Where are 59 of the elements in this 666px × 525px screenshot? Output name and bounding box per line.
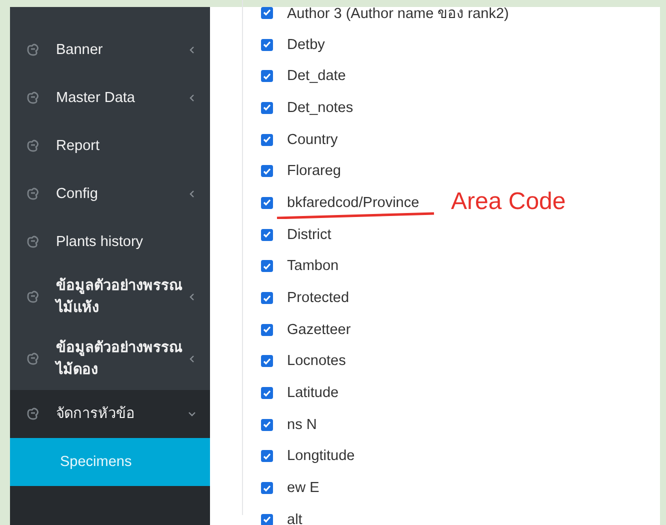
field-label: ns N (287, 416, 317, 433)
field-label: alt (287, 512, 302, 525)
flower-icon (26, 352, 40, 366)
flower-icon (26, 43, 40, 57)
flower-icon (26, 91, 40, 105)
sidebar-item[interactable]: Report (10, 122, 210, 170)
sidebar-item[interactable]: ข้อมูลตัวอย่างพรรณไม้ดอง (10, 328, 210, 390)
annotation-text: Area Code (451, 188, 566, 216)
field-label: ew E (287, 480, 320, 496)
sidebar-item[interactable]: Config (10, 170, 210, 218)
checkbox[interactable] (261, 355, 273, 368)
field-label: bkfaredcod/Province (287, 194, 420, 211)
field-label: Gazetteer (287, 322, 351, 338)
flower-icon (26, 407, 40, 421)
sidebar-item[interactable]: ข้อมูลตัวอย่างพรรณไม้แห้ง (10, 266, 210, 328)
checkbox[interactable] (261, 70, 273, 82)
field-label: Protected (287, 290, 350, 306)
checkbox[interactable] (261, 134, 273, 146)
checkbox[interactable] (261, 38, 273, 51)
checkbox[interactable] (261, 387, 273, 400)
checkbox[interactable] (261, 196, 273, 209)
field-label: Author 3 (Author name ของ rank2) (287, 5, 509, 24)
sidebar-item[interactable]: จัดการหัวข้อ (10, 390, 210, 438)
field-label: Country (287, 132, 338, 148)
sidebar-item-label: Report (56, 137, 100, 156)
checkbox[interactable] (261, 292, 273, 304)
field-label: Longtitude (287, 448, 355, 464)
checkbox[interactable] (261, 514, 273, 525)
checkbox[interactable] (261, 228, 273, 241)
sidebar-item[interactable]: Plants history (10, 218, 210, 266)
sidebar-item-label: จัดการหัวข้อ (56, 404, 135, 424)
sidebar-item-label: Banner (56, 41, 103, 60)
checkbox[interactable] (261, 260, 273, 272)
flower-icon (26, 187, 40, 201)
sidebar-item[interactable]: Master Data (10, 74, 210, 122)
field-label: Det_date (287, 68, 346, 84)
sidebar-item[interactable]: Banner (10, 26, 210, 74)
field-label: Locnotes (287, 353, 346, 370)
sidebar-item-label: ข้อมูลตัวอย่างพรรณไม้ดอง (56, 338, 184, 380)
checkbox[interactable] (261, 324, 273, 336)
flower-icon (26, 139, 40, 153)
sidebar-item-label: Plants history (56, 233, 144, 252)
checkbox[interactable] (261, 102, 273, 114)
field-label: Detby (287, 36, 325, 53)
checkbox[interactable] (261, 450, 273, 462)
sidebar-item-label: ข้อมูลตัวอย่างพรรณไม้แห้ง (56, 276, 184, 318)
flower-icon (26, 235, 40, 249)
field-label: District (287, 226, 332, 243)
flower-icon (26, 290, 40, 304)
field-label: Det_notes (287, 100, 354, 116)
field-label: Tambon (287, 258, 339, 274)
checkbox[interactable] (261, 482, 273, 494)
sidebar-item-label: Master Data (56, 89, 135, 108)
checkbox[interactable] (261, 165, 273, 178)
checkbox[interactable] (261, 418, 273, 431)
field-label: Florareg (287, 163, 341, 180)
checkbox[interactable] (261, 6, 273, 19)
sidebar-item-label: Config (56, 185, 98, 204)
field-label: Latitude (287, 385, 339, 402)
